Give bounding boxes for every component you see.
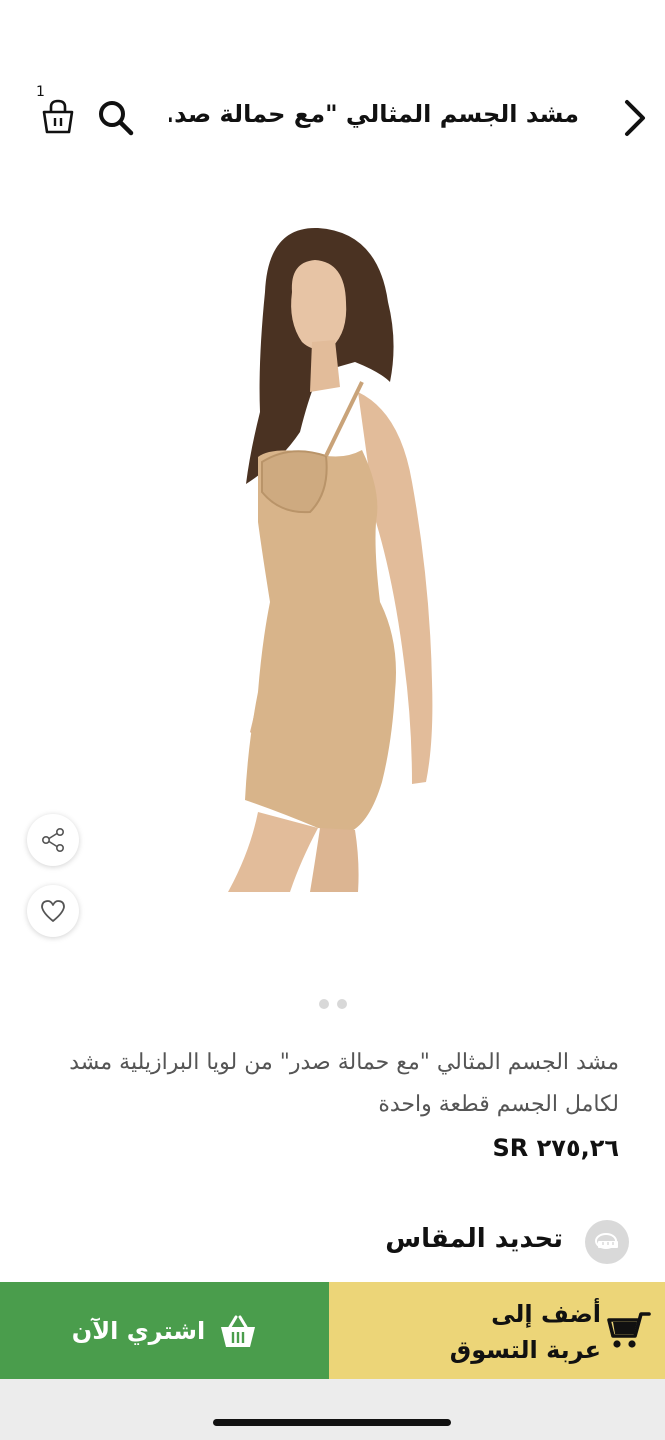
- search-icon: [99, 101, 134, 136]
- home-indicator[interactable]: [213, 1419, 451, 1426]
- cart-count-badge: 1: [36, 84, 45, 100]
- chevron-right-icon: [625, 100, 645, 136]
- leg-back-shape: [310, 828, 359, 892]
- product-name: مشد الجسم المثالي "مع حمالة صدر" من لويا…: [69, 1050, 619, 1117]
- face-shape: [291, 260, 347, 350]
- heart-icon: [41, 900, 65, 922]
- back-button[interactable]: [619, 96, 651, 140]
- share-button[interactable]: [27, 814, 79, 866]
- share-icon: [41, 827, 64, 852]
- home-indicator-area: [0, 1379, 665, 1440]
- neck-shape: [310, 340, 340, 392]
- product-image[interactable]: [150, 222, 510, 894]
- buy-now-button[interactable]: اشتري الآن: [0, 1282, 329, 1379]
- size-selector[interactable]: تحديد المقاس: [369, 1218, 629, 1268]
- strap-shape: [324, 381, 364, 457]
- add-to-cart-label: أضف إلى عربة التسوق: [449, 1300, 601, 1364]
- product-price: SR ٢٧٥,٢٦: [492, 1134, 619, 1162]
- pager-dot[interactable]: [318, 999, 329, 1009]
- size-selector-label: تحديد المقاس: [385, 1224, 563, 1254]
- bodysuit-shape: [245, 450, 396, 832]
- buy-now-label: اشتري الآن: [71, 1316, 206, 1345]
- cart-button[interactable]: [38, 96, 78, 136]
- top-nav-bar: مشد الجسم المثالي "مع حمالة صد... 1: [0, 80, 665, 160]
- product-page: مشد الجسم المثالي "مع حمالة صد... 1 مشد …: [0, 0, 665, 1440]
- add-to-cart-button[interactable]: أضف إلى عربة التسوق: [329, 1282, 665, 1379]
- bottom-action-bar: اشتري الآن أضف إلى عربة التسوق: [0, 1282, 665, 1379]
- page-title: مشد الجسم المثالي "مع حمالة صد...: [169, 100, 579, 128]
- tape-measure-icon: [585, 1220, 629, 1264]
- search-button[interactable]: [96, 98, 136, 138]
- shopping-bag-icon: [42, 99, 74, 134]
- pager-dot[interactable]: [336, 999, 347, 1009]
- gallery-pager: [0, 999, 665, 1009]
- basket-icon: [221, 1315, 256, 1347]
- shopping-cart-icon: [607, 1312, 651, 1348]
- leg-shape: [228, 812, 318, 892]
- favorite-button[interactable]: [27, 885, 79, 937]
